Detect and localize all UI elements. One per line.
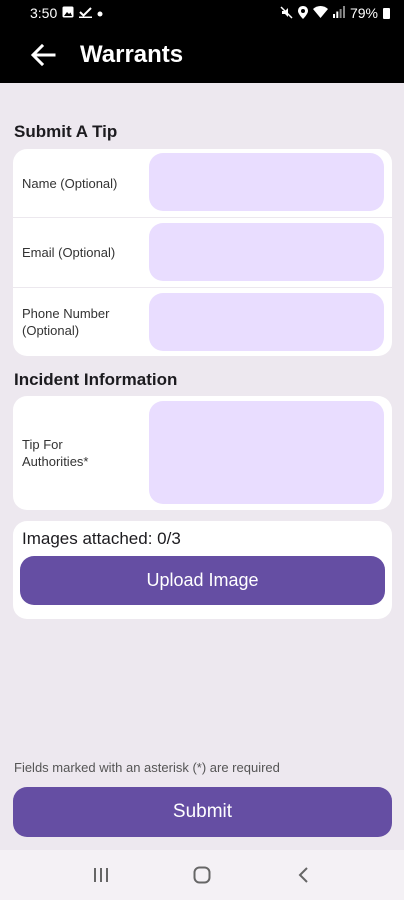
back-button[interactable]	[28, 40, 58, 70]
arrow-left-icon	[30, 43, 56, 66]
email-label: Email (Optional)	[22, 245, 116, 260]
name-input[interactable]	[149, 153, 384, 211]
images-attached-count: Images attached: 0/3	[22, 529, 181, 548]
tip-input[interactable]	[149, 401, 384, 504]
nav-back-button[interactable]	[273, 855, 333, 895]
recent-apps-button[interactable]	[71, 855, 131, 895]
incident-card: Tip For Authorities*	[13, 396, 392, 510]
tip-row: Tip For Authorities*	[13, 396, 392, 510]
notification-dot-icon	[97, 7, 103, 19]
submit-button[interactable]: Submit	[13, 787, 392, 837]
submit-tip-heading: Submit A Tip	[14, 122, 118, 141]
page-title: Warrants	[80, 40, 184, 68]
check-icon	[79, 6, 93, 20]
status-left: 3:50	[30, 5, 103, 21]
signal-icon	[332, 6, 345, 20]
tip-label: Tip For Authorities*	[22, 437, 89, 469]
home-icon	[193, 866, 211, 884]
phone-input[interactable]	[149, 293, 384, 351]
app-bar: Warrants	[0, 26, 404, 83]
upload-image-button[interactable]: Upload Image	[20, 556, 385, 605]
mute-icon	[280, 5, 293, 21]
back-icon	[298, 867, 309, 883]
email-input[interactable]	[149, 223, 384, 281]
images-card: Images attached: 0/3 Upload Image	[13, 521, 392, 619]
phone-label: Phone Number (Optional)	[22, 306, 110, 338]
name-label: Name (Optional)	[22, 175, 118, 191]
battery-icon	[383, 7, 390, 19]
battery-percent: 79%	[349, 5, 378, 21]
recent-apps-icon	[93, 868, 108, 882]
email-row: Email (Optional)	[13, 217, 392, 287]
contact-card: Name (Optional) Email (Optional) Phone N…	[13, 149, 392, 356]
phone-row: Phone Number (Optional)	[13, 287, 392, 356]
system-nav-bar	[0, 850, 404, 900]
incident-heading: Incident Information	[14, 370, 178, 389]
required-fields-note: Fields marked with an asterisk (*) are r…	[14, 760, 280, 775]
gallery-icon	[62, 6, 74, 20]
home-button[interactable]	[172, 855, 232, 895]
status-bar: 3:50 79%	[0, 0, 404, 26]
wifi-icon	[312, 6, 328, 20]
location-icon	[297, 5, 308, 21]
name-row: Name (Optional)	[13, 149, 392, 217]
status-right: 79%	[280, 5, 390, 21]
status-time: 3:50	[30, 5, 58, 21]
